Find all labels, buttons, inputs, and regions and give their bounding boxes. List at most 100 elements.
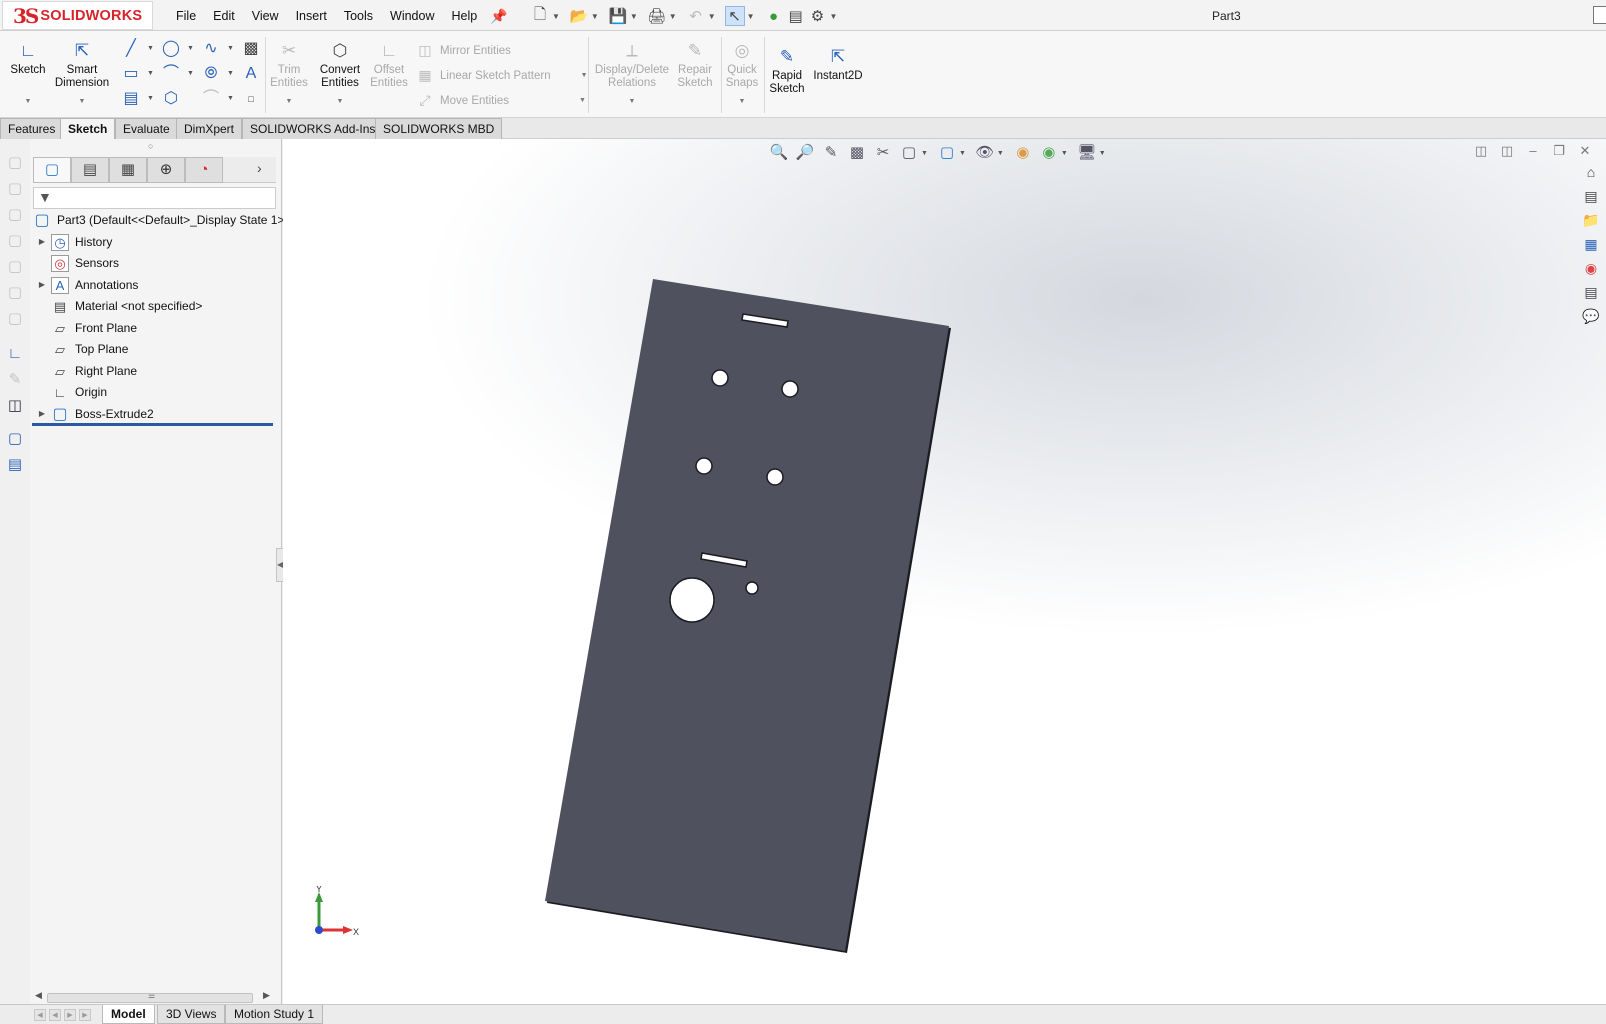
fillet-dropdown-icon[interactable]: ▼ (227, 95, 234, 102)
view-orientation-icon[interactable]: ▢ (898, 142, 920, 164)
edit-sketch-icon[interactable]: ✎ (5, 370, 25, 390)
solidworks-resources-home-icon[interactable]: ⌂ (1579, 161, 1603, 183)
tile-left-icon[interactable]: ◫ (1468, 143, 1494, 159)
display-style-dropdown-icon[interactable]: ▼ (959, 150, 966, 157)
design-library-icon[interactable]: ▤ (1579, 185, 1603, 207)
tree-item-boss-extrude2[interactable]: ▶ ▢ Boss-Extrude2 (36, 404, 154, 424)
rebuild-traffic-light-icon[interactable]: ● (764, 6, 784, 26)
tab-3d-views[interactable]: 3D Views (157, 1005, 226, 1024)
hole-wizard-icon[interactable]: ▢ (5, 309, 25, 329)
hole-1[interactable] (711, 369, 729, 387)
hole-2[interactable] (781, 380, 799, 398)
expand-arrow-icon[interactable]: ▶ (36, 232, 48, 252)
convert-entities-button[interactable]: ⬡ Convert Entities ▼ (312, 41, 368, 108)
select-cursor-icon[interactable]: ↖ (724, 6, 745, 26)
tree-item-origin[interactable]: ∟ Origin (36, 382, 107, 402)
quick-snaps-button[interactable]: ◎ Quick Snaps ▼ (723, 41, 761, 108)
move-entities-button[interactable]: ⤢ Move Entities ▼ (416, 92, 586, 109)
open-folder-icon[interactable]: 📂 (569, 6, 589, 26)
options-gear-icon[interactable]: ⚙ (808, 6, 828, 26)
configuration-manager-icon[interactable]: ▦ (109, 157, 147, 183)
tab-solidworks-add-ins[interactable]: SOLIDWORKS Add-Ins (242, 118, 384, 139)
line-dropdown-icon[interactable]: ▼ (147, 45, 154, 52)
hole-4[interactable] (766, 468, 784, 486)
zoom-to-fit-icon[interactable]: 🔍 (768, 142, 790, 164)
display-delete-relations-button[interactable]: ⟂ Display/Delete Relations ▼ (593, 41, 671, 108)
tree-root-part[interactable]: ▢ Part3 (Default<<Default>_Display State… (33, 210, 284, 230)
revolve-cut-icon[interactable]: ▢ (5, 283, 25, 303)
spline-dropdown-icon[interactable]: ▼ (227, 45, 234, 52)
display-manager-icon[interactable]: ◔ (185, 157, 223, 183)
linear-pattern-dropdown-icon[interactable]: ▼ (581, 72, 588, 79)
solidworks-logo[interactable]: 3S SOLIDWORKS (2, 1, 153, 30)
sketch-tool-icon[interactable]: ∟ (5, 344, 25, 364)
panel-expand-chevron-icon[interactable]: › (257, 160, 262, 176)
menu-tools[interactable]: Tools (344, 9, 373, 23)
view-palette-icon[interactable]: ▦ (1579, 233, 1603, 255)
menu-file[interactable]: File (176, 9, 196, 23)
tree-item-front-plane[interactable]: ▱ Front Plane (36, 318, 137, 338)
previous-view-icon[interactable]: ✎ (820, 142, 842, 164)
save-icon[interactable]: 💾 (608, 6, 628, 26)
menu-view[interactable]: View (252, 9, 279, 23)
smart-dimension-dropdown-icon[interactable]: ▼ (52, 95, 112, 108)
close-icon[interactable]: ✕ (1572, 143, 1598, 159)
arc-dropdown-icon[interactable]: ▼ (187, 70, 194, 77)
relations-dropdown-icon[interactable]: ▼ (593, 95, 671, 108)
hide-show-dropdown-icon[interactable]: ▼ (997, 150, 1004, 157)
slot-icon[interactable]: ▤ (120, 89, 142, 109)
side-panel-toggle-icon[interactable] (1593, 6, 1606, 24)
custom-properties-icon[interactable]: ▤ (1579, 281, 1603, 303)
rollback-bar[interactable] (32, 423, 273, 426)
tab-solidworks-mbd[interactable]: SOLIDWORKS MBD (375, 118, 503, 139)
expand-arrow-icon[interactable]: ▶ (36, 404, 48, 424)
graphics-area[interactable]: 🔍 🔎 ✎ ▩ ✂ ▢ ▼ ▢ ▼ 👁 ▼ ◉ ◉ ▼ 🖥 ▼ ◫ ◫ – ❐ ✕ ⌂ ▤… (283, 139, 1606, 1004)
tree-item-material[interactable]: ▤ Material <not specified> (36, 296, 203, 316)
mirror-entities-button[interactable]: ◫ Mirror Entities (416, 42, 511, 59)
plate-face[interactable] (545, 279, 949, 951)
scroll-right-icon[interactable]: ▶ (263, 990, 270, 1001)
feature-manager-tree-icon[interactable]: ▢ (33, 157, 71, 183)
edit-appearance-icon[interactable]: ◉ (1012, 142, 1034, 164)
zoom-to-area-icon[interactable]: 🔎 (794, 142, 816, 164)
apply-scene-icon[interactable]: ◉ (1038, 142, 1060, 164)
tree-item-history[interactable]: ▶ ◷ History (36, 232, 112, 252)
new-document-icon[interactable]: 🗋 (530, 6, 550, 26)
hole-small[interactable] (745, 581, 759, 595)
sketch-button[interactable]: ∟ Sketch ▼ (8, 41, 48, 108)
tree-item-right-plane[interactable]: ▱ Right Plane (36, 361, 137, 381)
panel-grip-icon[interactable]: ○ (148, 141, 153, 151)
line-icon[interactable]: ╱ (120, 39, 142, 59)
rectangle-dropdown-icon[interactable]: ▼ (147, 70, 154, 77)
scroll-left-icon[interactable]: ◀ (35, 990, 42, 1001)
tile-right-icon[interactable]: ◫ (1494, 143, 1520, 159)
spline-icon[interactable]: ∿ (200, 39, 222, 59)
tree-item-annotations[interactable]: ▶ A Annotations (36, 275, 138, 295)
forum-icon[interactable]: 💬 (1579, 305, 1603, 327)
view-settings-monitor-icon[interactable]: 🖥 (1076, 142, 1098, 164)
file-explorer-icon[interactable]: 📁 (1579, 209, 1603, 231)
pin-menu-icon[interactable]: 📌 (490, 8, 507, 25)
apply-scene-dropdown-icon[interactable]: ▼ (1061, 150, 1068, 157)
rectangle-icon[interactable]: ▭ (120, 64, 142, 84)
tab-sketch[interactable]: Sketch (60, 118, 116, 139)
display-style-icon[interactable]: ▢ (936, 142, 958, 164)
smart-dimension-button[interactable]: ⇱ Smart Dimension ▼ (52, 41, 112, 108)
scroll-thumb-grip-icon[interactable]: ⚌ (148, 991, 155, 1000)
revolve-icon[interactable]: ▢ (5, 179, 25, 199)
tree-item-sensors[interactable]: ◎ Sensors (36, 253, 119, 273)
ellipse-dropdown-icon[interactable]: ▼ (227, 70, 234, 77)
polygon-icon[interactable]: ⬡ (160, 89, 182, 109)
menu-window[interactable]: Window (390, 9, 434, 23)
undo-dropdown-icon[interactable]: ▼ (708, 12, 716, 21)
part-icon[interactable]: ▢ (5, 429, 25, 449)
prev-tab-icon[interactable]: ◀ (49, 1009, 61, 1021)
print-dropdown-icon[interactable]: ▼ (669, 12, 677, 21)
repair-sketch-button[interactable]: ✎ Repair Sketch (674, 41, 716, 90)
view-orientation-dropdown-icon[interactable]: ▼ (921, 150, 928, 157)
tab-dimxpert[interactable]: DimXpert (176, 118, 243, 139)
hole-large[interactable] (669, 577, 715, 623)
circle-icon[interactable]: ◯ (160, 39, 182, 59)
tab-model[interactable]: Model (102, 1005, 155, 1024)
dimxpert-manager-icon[interactable]: ⊕ (147, 157, 185, 183)
